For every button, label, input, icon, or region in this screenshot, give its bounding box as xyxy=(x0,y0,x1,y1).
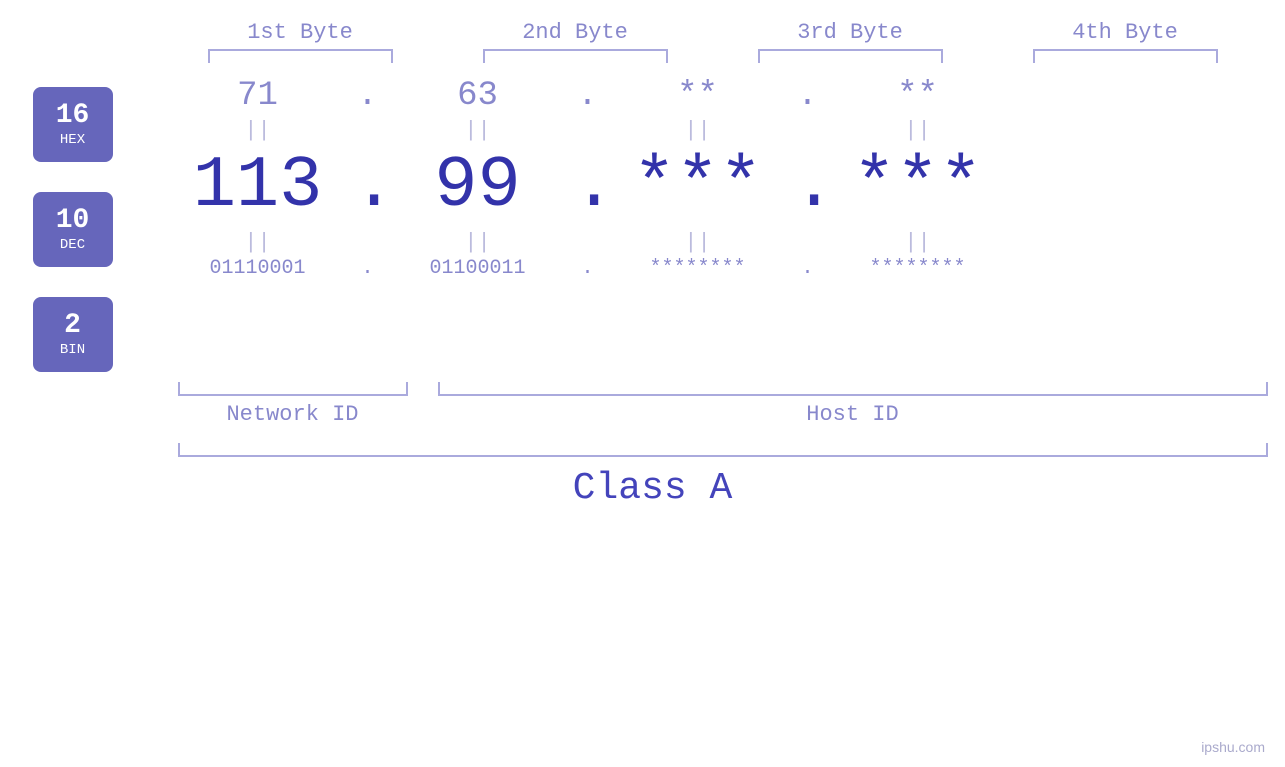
bracket-byte4 xyxy=(1033,49,1218,63)
dec-row: 113 . 99 . *** . *** xyxy=(163,145,1273,227)
hex-dot2: . xyxy=(573,77,603,115)
bin-byte3: ******** xyxy=(603,257,793,280)
dec-byte4: *** xyxy=(823,145,1013,227)
bin-byte1: 01110001 xyxy=(163,257,353,280)
eq1-byte2: || xyxy=(383,118,573,143)
byte3-header: 3rd Byte xyxy=(740,20,960,45)
bin-dot1: . xyxy=(353,257,383,280)
bin-byte2: 01100011 xyxy=(383,257,573,280)
bin-badge: 2 BIN xyxy=(33,297,113,372)
bracket-gap xyxy=(408,382,438,396)
bin-badge-label: BIN xyxy=(60,342,85,358)
dec-badge: 10 DEC xyxy=(33,192,113,267)
ip-display: 71 . 63 . ** . ** || || || || 113 xyxy=(163,77,1273,280)
eq2-byte1: || xyxy=(163,230,353,255)
hex-byte4: ** xyxy=(823,77,1013,115)
bracket-byte2 xyxy=(483,49,668,63)
label-gap xyxy=(408,402,438,427)
watermark: ipshu.com xyxy=(1201,739,1265,755)
network-id-label: Network ID xyxy=(178,402,408,427)
class-bracket xyxy=(178,443,1268,457)
bin-row: 01110001 . 01100011 . ******** . *******… xyxy=(163,257,1273,280)
dec-byte2: 99 xyxy=(383,145,573,227)
dec-byte1: 113 xyxy=(163,145,353,227)
hex-byte2: 63 xyxy=(383,77,573,115)
eq2-byte4: || xyxy=(823,230,1013,255)
hex-byte1: 71 xyxy=(163,77,353,115)
eq1-byte3: || xyxy=(603,118,793,143)
host-bracket xyxy=(438,382,1268,396)
hex-badge: 16 HEX xyxy=(33,87,113,162)
hex-badge-number: 16 xyxy=(56,101,90,132)
equals-row2: || || || || xyxy=(163,227,1273,257)
hex-dot1: . xyxy=(353,77,383,115)
byte2-header: 2nd Byte xyxy=(465,20,685,45)
bracket-byte1 xyxy=(208,49,393,63)
equals-row1: || || || || xyxy=(163,115,1273,145)
eq1-byte4: || xyxy=(823,118,1013,143)
base-badges: 16 HEX 10 DEC 2 BIN xyxy=(33,87,113,372)
bracket-byte3 xyxy=(758,49,943,63)
bottom-brackets xyxy=(178,382,1268,396)
hex-badge-label: HEX xyxy=(60,132,85,148)
dec-dot2: . xyxy=(573,145,603,227)
bin-byte4: ******** xyxy=(823,257,1013,280)
bottom-bracket-section: Network ID Host ID xyxy=(33,382,1273,427)
class-section: Class A xyxy=(33,443,1273,510)
top-bracket-row xyxy=(163,49,1263,63)
main-container: 1st Byte 2nd Byte 3rd Byte 4th Byte 16 H… xyxy=(0,0,1285,767)
byte-headers: 1st Byte 2nd Byte 3rd Byte 4th Byte xyxy=(163,20,1263,45)
bottom-labels: Network ID Host ID xyxy=(178,402,1268,427)
byte4-header: 4th Byte xyxy=(1015,20,1235,45)
hex-byte3: ** xyxy=(603,77,793,115)
dec-dot3: . xyxy=(793,145,823,227)
dec-byte3: *** xyxy=(603,145,793,227)
eq1-byte1: || xyxy=(163,118,353,143)
class-label: Class A xyxy=(33,467,1273,510)
bin-badge-number: 2 xyxy=(64,311,81,342)
byte1-header: 1st Byte xyxy=(190,20,410,45)
bin-dot2: . xyxy=(573,257,603,280)
bin-dot3: . xyxy=(793,257,823,280)
host-id-label: Host ID xyxy=(438,402,1268,427)
eq2-byte3: || xyxy=(603,230,793,255)
hex-row: 71 . 63 . ** . ** xyxy=(163,77,1273,115)
hex-dot3: . xyxy=(793,77,823,115)
dec-badge-number: 10 xyxy=(56,206,90,237)
dec-badge-label: DEC xyxy=(60,237,85,253)
eq2-byte2: || xyxy=(383,230,573,255)
network-bracket xyxy=(178,382,408,396)
dec-dot1: . xyxy=(353,145,383,227)
